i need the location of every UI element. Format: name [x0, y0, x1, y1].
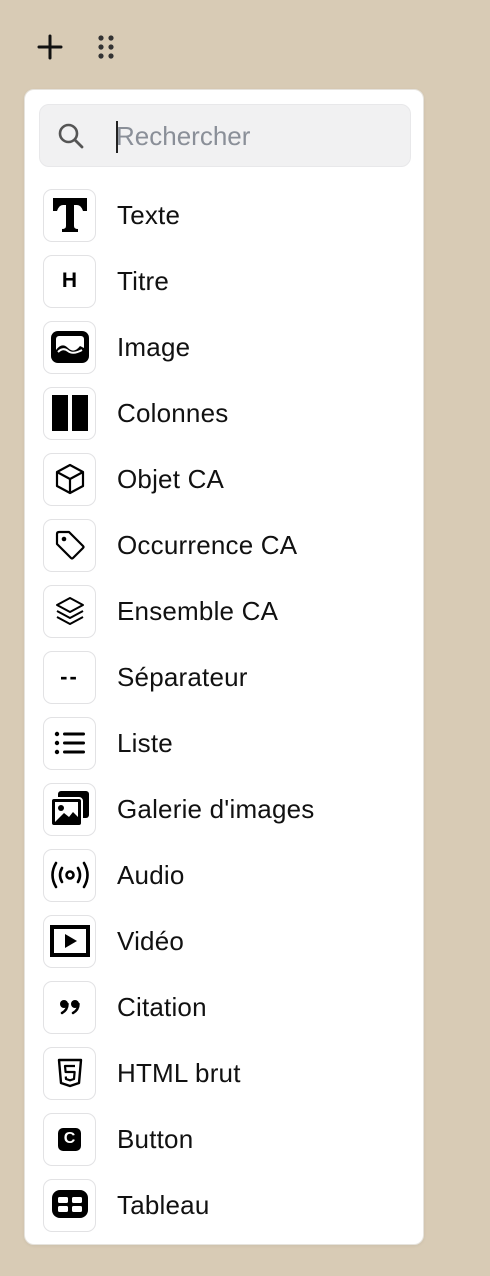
block-item-label: Citation — [117, 991, 207, 1022]
add-block-button[interactable] — [30, 27, 70, 67]
columns-icon — [43, 386, 96, 440]
quote-icon — [43, 980, 96, 1034]
block-item-label: Colonnes — [117, 397, 229, 428]
block-item-colonnes[interactable]: Colonnes — [43, 380, 413, 446]
block-item-tableau[interactable]: Tableau — [43, 1172, 413, 1238]
block-item-label: Vidéo — [117, 925, 185, 956]
block-item-label: HTML brut — [117, 1057, 241, 1088]
separator-icon: -- — [43, 650, 96, 704]
search-input[interactable] — [116, 115, 396, 157]
block-item-label: Image — [117, 331, 191, 362]
search-box — [39, 104, 411, 167]
block-item-video[interactable]: Vidéo — [43, 908, 413, 974]
button-icon: C — [43, 1112, 96, 1166]
block-item-label: Texte — [117, 199, 181, 230]
block-item-label: Tableau — [117, 1189, 210, 1220]
block-item-separateur[interactable]: -- Séparateur — [43, 644, 413, 710]
tag-icon — [43, 518, 96, 572]
layers-icon — [43, 584, 96, 638]
text-caret — [116, 121, 118, 153]
video-play-icon — [43, 914, 96, 968]
block-item-occurrence-ca[interactable]: Occurrence CA — [43, 512, 413, 578]
block-item-label: Ensemble CA — [117, 595, 279, 626]
block-toolbar — [0, 0, 490, 90]
plus-icon — [37, 34, 63, 60]
block-item-citation[interactable]: Citation — [43, 974, 413, 1040]
gallery-icon — [43, 782, 96, 836]
text-T-icon — [43, 188, 96, 242]
block-item-objet-ca[interactable]: Objet CA — [43, 446, 413, 512]
block-item-html-brut[interactable]: HTML brut — [43, 1040, 413, 1106]
block-item-button[interactable]: C Button — [43, 1106, 413, 1172]
block-picker-panel: Texte H Titre Image — [24, 89, 424, 1245]
block-item-audio[interactable]: Audio — [43, 842, 413, 908]
block-item-label: Titre — [117, 265, 170, 296]
drag-handle[interactable] — [86, 27, 126, 67]
block-item-liste[interactable]: Liste — [43, 710, 413, 776]
block-item-label: Séparateur — [117, 661, 248, 692]
cube-icon — [43, 452, 96, 506]
html5-icon — [43, 1046, 96, 1100]
block-item-label: Button — [117, 1123, 194, 1154]
block-item-label: Objet CA — [117, 463, 225, 494]
block-item-image[interactable]: Image — [43, 314, 413, 380]
block-item-label: Galerie d'images — [117, 793, 315, 824]
heading-icon: H — [43, 254, 96, 308]
search-icon — [58, 123, 84, 149]
block-item-ensemble-ca[interactable]: Ensemble CA — [43, 578, 413, 644]
audio-broadcast-icon — [43, 848, 96, 902]
block-type-list: Texte H Titre Image Colonnes Objet CA Oc… — [43, 182, 413, 1238]
image-icon — [43, 320, 96, 374]
block-item-titre[interactable]: H Titre — [43, 248, 413, 314]
block-item-label: Occurrence CA — [117, 529, 298, 560]
table-icon — [43, 1178, 96, 1232]
block-item-galerie[interactable]: Galerie d'images — [43, 776, 413, 842]
block-item-label: Audio — [117, 859, 185, 890]
block-item-texte[interactable]: Texte — [43, 182, 413, 248]
block-item-label: Liste — [117, 727, 173, 758]
drag-handle-icon — [98, 35, 114, 59]
list-icon — [43, 716, 96, 770]
